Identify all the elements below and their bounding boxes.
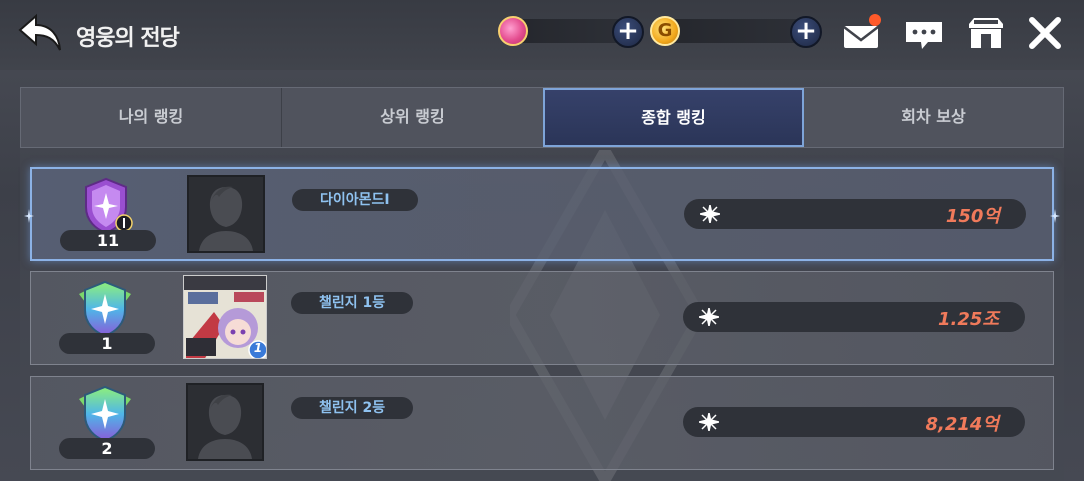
ranking-row[interactable]: 2 챌린지 2등 8,214억 [30,376,1054,470]
gem-currency: + [498,16,648,48]
rank-number: 11 [60,230,156,251]
score-star-icon [699,308,719,326]
back-arrow-icon[interactable] [18,12,64,54]
avatar[interactable] [186,383,264,461]
score-box: 150억 [684,199,1026,229]
rank-number: 2 [59,438,155,459]
challenge-tier-badge-icon [79,280,131,338]
score-value: 8,214억 [925,414,1000,435]
portrait-card[interactable]: 1 [183,275,267,359]
diamond-tier-badge-icon [85,177,133,235]
portrait-badge: 1 [253,341,263,355]
gold-coin-icon: G [650,16,680,46]
ranking-row[interactable]: 1 1 챌린지 1등 1.25조 [30,271,1054,365]
tab-my-ranking[interactable]: 나의 랭킹 [21,88,282,147]
score-star-icon [700,205,720,223]
silhouette-icon [199,186,253,251]
mail-icon[interactable] [842,14,882,52]
gold-currency: G + [650,16,826,48]
rank-number: 1 [59,333,155,354]
gold-amount-bar [664,19,810,43]
shop-icon[interactable] [966,14,1006,52]
sparkle-right-icon [1050,209,1060,223]
score-value: 1.25조 [938,309,999,330]
add-gold-button[interactable]: + [790,16,822,48]
silhouette-icon [198,394,252,459]
score-value: 150억 [945,206,1000,227]
tab-round-reward[interactable]: 회차 보상 [804,88,1063,147]
score-box: 1.25조 [683,302,1025,332]
ranking-tabs: 나의 랭킹 상위 랭킹 종합 랭킹 회차 보상 [20,87,1064,148]
ranking-row-my[interactable]: 11 다이아몬드I 150억 [24,167,1060,261]
player-name: 다이아몬드I [292,189,418,211]
player-name: 챌린지 2등 [291,397,414,419]
sparkle-left-icon [24,209,34,223]
avatar[interactable] [187,175,265,253]
tab-overall-ranking[interactable]: 종합 랭킹 [543,88,804,147]
score-box: 8,214억 [683,407,1025,437]
score-star-icon [699,413,719,431]
challenge-tier-badge-icon [79,385,131,443]
chat-icon[interactable] [904,14,944,52]
close-icon[interactable] [1026,14,1066,52]
tab-top-ranking[interactable]: 상위 랭킹 [282,88,543,147]
gem-icon [498,16,528,46]
add-gem-button[interactable]: + [612,16,644,48]
page-title: 영웅의 전당 [76,26,180,51]
player-name: 챌린지 1등 [291,292,414,314]
